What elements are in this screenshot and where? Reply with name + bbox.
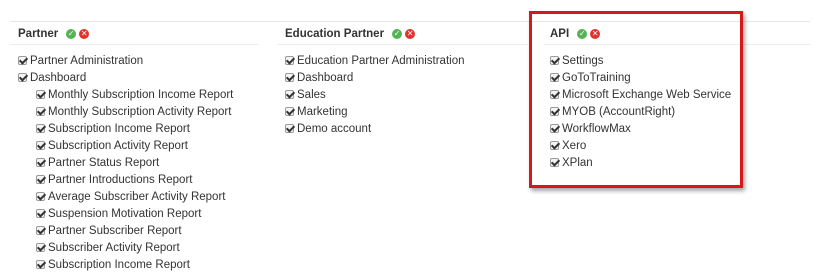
check-circle-icon[interactable]: ✓ <box>392 29 403 39</box>
permission-checkbox[interactable] <box>18 73 27 82</box>
permission-checkbox[interactable] <box>18 56 27 65</box>
permission-label: Monthly Subscription Activity Report <box>48 105 232 118</box>
permission-checkbox[interactable] <box>36 192 45 201</box>
column-title: Partner <box>18 28 59 40</box>
column-divider <box>10 44 258 45</box>
permission-item[interactable]: Dashboard <box>285 69 464 86</box>
permission-item[interactable]: Monthly Subscription Activity Report <box>18 103 233 120</box>
permission-item[interactable]: Partner Introductions Report <box>18 171 233 188</box>
permission-checkbox[interactable] <box>285 124 294 133</box>
permission-label: Education Partner Administration <box>297 54 465 67</box>
partner-permission-list: Partner Administration Dashboard Monthly S… <box>18 52 233 273</box>
column-title: Education Partner <box>285 28 385 40</box>
permission-label: Marketing <box>297 105 348 118</box>
permission-label: Partner Administration <box>30 54 144 67</box>
permission-item[interactable]: Demo account <box>285 120 464 137</box>
permission-item[interactable]: Monthly Subscription Income Report <box>18 86 233 103</box>
permission-label: Subscription Income Report <box>48 258 190 271</box>
permission-label: Sales <box>297 88 326 101</box>
permission-item[interactable]: Partner Status Report <box>18 154 233 171</box>
permission-checkbox[interactable] <box>36 260 45 269</box>
permission-label: Partner Subscriber Report <box>48 224 182 237</box>
permission-checkbox[interactable] <box>36 243 45 252</box>
permission-label: Dashboard <box>30 71 87 84</box>
column-divider <box>278 44 528 45</box>
permission-checkbox[interactable] <box>285 56 294 65</box>
permission-checkbox[interactable] <box>36 107 45 116</box>
check-circle-icon[interactable]: ✓ <box>66 29 77 39</box>
permission-item[interactable]: Average Subscriber Activity Report <box>18 188 233 205</box>
permission-label: Subscription Activity Report <box>48 139 188 152</box>
permission-item[interactable]: Subscription Activity Report <box>18 137 233 154</box>
x-circle-icon[interactable]: ✕ <box>79 29 90 39</box>
education-partner-header: Education Partner ✓ ✕ <box>285 26 418 42</box>
permission-checkbox[interactable] <box>285 107 294 116</box>
permission-item[interactable]: Sales <box>285 86 464 103</box>
permission-checkbox[interactable] <box>36 226 45 235</box>
partner-header: Partner ✓ ✕ <box>18 26 92 42</box>
permission-label: Partner Status Report <box>48 156 160 169</box>
permission-item[interactable]: Subscription Income Report <box>18 120 233 137</box>
permission-checkbox[interactable] <box>285 90 294 99</box>
permission-item[interactable]: Education Partner Administration <box>285 52 464 69</box>
permission-label: Subscriber Activity Report <box>48 241 180 254</box>
permission-label: Partner Introductions Report <box>48 173 193 186</box>
permission-label: Demo account <box>297 122 372 135</box>
highlight-box <box>529 11 743 188</box>
permission-item[interactable]: Partner Administration <box>18 52 233 69</box>
permission-item[interactable]: Suspension Motivation Report <box>18 205 233 222</box>
permission-checkbox[interactable] <box>36 158 45 167</box>
permission-item[interactable]: Partner Subscriber Report <box>18 222 233 239</box>
x-circle-icon[interactable]: ✕ <box>405 29 416 39</box>
permission-item[interactable]: Subscriber Activity Report <box>18 239 233 256</box>
permission-label: Dashboard <box>297 71 354 84</box>
permission-checkbox[interactable] <box>36 124 45 133</box>
education-partner-column: Education Partner ✓ ✕ <box>285 26 418 42</box>
permission-item[interactable]: Dashboard <box>18 69 233 86</box>
permission-label: Average Subscriber Activity Report <box>48 190 226 203</box>
permission-label: Monthly Subscription Income Report <box>48 88 234 101</box>
permission-label: Subscription Income Report <box>48 122 190 135</box>
permission-item[interactable]: Subscription Income Report <box>18 256 233 273</box>
permission-checkbox[interactable] <box>285 73 294 82</box>
permission-checkbox[interactable] <box>36 141 45 150</box>
education-partner-permission-list: Education Partner Administration Dashboar… <box>285 52 464 137</box>
partner-column: Partner ✓ ✕ <box>18 26 92 42</box>
permission-item[interactable]: Marketing <box>285 103 464 120</box>
permission-checkbox[interactable] <box>36 175 45 184</box>
permission-checkbox[interactable] <box>36 209 45 218</box>
permission-checkbox[interactable] <box>36 90 45 99</box>
permission-label: Suspension Motivation Report <box>48 207 202 220</box>
